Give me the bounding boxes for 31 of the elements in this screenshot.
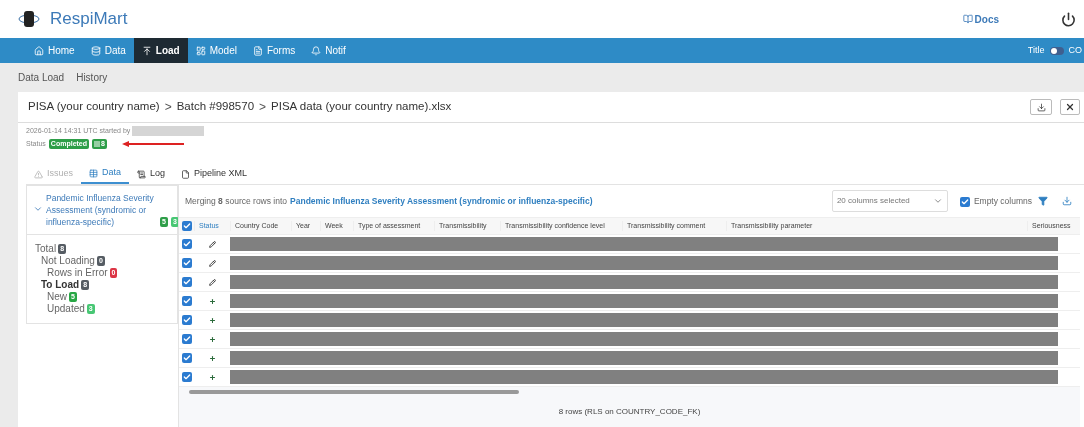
breadcrumb-link[interactable]: Batch #998570 bbox=[176, 98, 255, 116]
merge-text: Merging 8 source rows into bbox=[185, 194, 288, 208]
dataset-link[interactable]: Pandemic Influenza Severity Assessment (syndromic or influenza-specific) bbox=[46, 192, 158, 228]
nav-tab[interactable]: Notif bbox=[325, 43, 346, 58]
stat-label: Total bbox=[35, 243, 57, 255]
breadcrumb-link[interactable]: PISA (your country name) bbox=[28, 98, 160, 116]
tab[interactable]: Log bbox=[150, 167, 166, 181]
toggle-label: Title bbox=[1027, 43, 1045, 57]
stat-label: New bbox=[47, 291, 67, 303]
subnav-link[interactable]: Data Load bbox=[18, 70, 65, 85]
nav-tab[interactable]: Home bbox=[48, 43, 75, 58]
empty-columns-label: Empty columns bbox=[973, 194, 1032, 208]
breadcrumb-link[interactable]: PISA data (your country name).xlsx bbox=[271, 98, 452, 116]
docs-link[interactable]: Docs bbox=[974, 11, 999, 27]
nav-tab[interactable]: Model bbox=[209, 43, 237, 58]
tab[interactable]: Data bbox=[102, 166, 122, 180]
breadcrumb-separator: > bbox=[259, 99, 267, 116]
nav-tab[interactable]: Data bbox=[104, 43, 126, 58]
stat-label: To Load bbox=[41, 279, 80, 291]
row-count: 8 rows (RLS on COUNTRY_CODE_FK) bbox=[558, 406, 701, 418]
columns-dropdown[interactable]: 20 columns selected bbox=[831, 190, 948, 212]
target-link[interactable]: Pandemic Influenza Severity Assessment (syndromic or influenza-specific) bbox=[290, 194, 593, 208]
app-name: RespiMart bbox=[50, 8, 128, 31]
tab[interactable]: Pipeline XML bbox=[194, 167, 248, 181]
stat-label: Not Loading bbox=[41, 255, 95, 267]
toggle-label: CO bbox=[1068, 43, 1083, 57]
breadcrumb-separator: > bbox=[164, 99, 172, 116]
nav-tab[interactable]: Forms bbox=[266, 43, 296, 58]
subnav-link[interactable]: History bbox=[76, 70, 108, 85]
stat-label: Updated bbox=[47, 303, 85, 315]
stat-label: Rows in Error bbox=[47, 267, 108, 279]
